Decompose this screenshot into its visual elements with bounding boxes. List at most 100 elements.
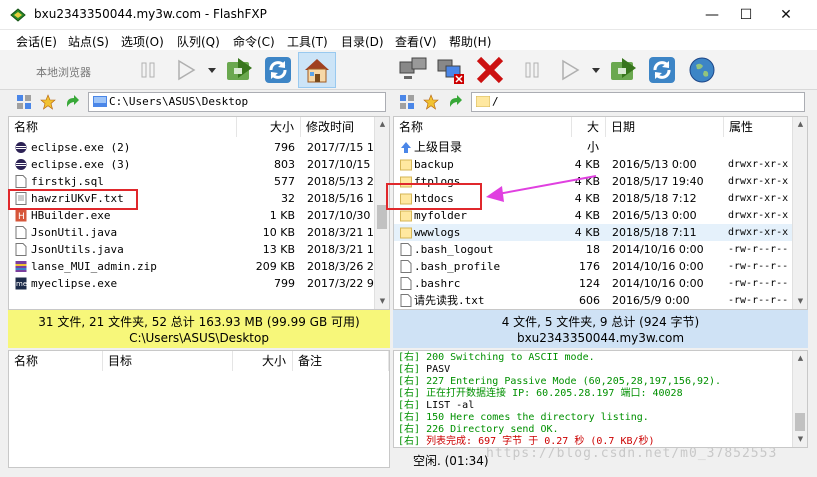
column-header-name[interactable]: 名称	[394, 117, 572, 137]
scroll-up-icon[interactable]: ▲	[793, 117, 807, 132]
file-name: firstkj.sql	[31, 175, 104, 188]
local-vertical-scrollbar[interactable]: ▲ ▼	[374, 117, 389, 309]
remote-file-row[interactable]: 请先读我.txt 606 2016/5/9 0:00 -rw-r--r--	[394, 292, 794, 309]
file-name: .bashrc	[414, 277, 461, 290]
log-line: [右] 226 Directory send OK.	[398, 424, 559, 436]
file-date: 2018/5/17 19:40	[612, 175, 704, 188]
column-header-name[interactable]: 名称	[9, 117, 237, 137]
local-file-row[interactable]: JsonUtils.java 13 KB 2018/3/21 1	[9, 241, 375, 258]
site-manager-icon[interactable]	[16, 94, 32, 110]
annotation-arrow	[486, 175, 597, 202]
remote-folder-row[interactable]: backup 4 KB 2016/5/13 0:00 drwxr-xr-x	[394, 156, 794, 173]
change-folder-icon[interactable]	[224, 54, 256, 86]
menu-tools[interactable]: 工具(T)	[287, 33, 328, 50]
file-size: 799	[274, 277, 295, 290]
file-date: 2014/10/16 0:00	[612, 277, 704, 290]
queue-column-target[interactable]: 目标	[103, 351, 233, 371]
local-file-row[interactable]: lanse_MUI_admin.zip 209 KB 2018/3/26 2	[9, 258, 375, 275]
file-icon	[400, 294, 412, 307]
log-line: [右] 200 Switching to ASCII mode.	[398, 352, 595, 364]
log-message: 150 Here comes the directory listing.	[426, 412, 649, 423]
menu-view[interactable]: 查看(V)	[395, 33, 437, 50]
column-header-size[interactable]: 大小	[237, 117, 301, 137]
up-directory-icon[interactable]	[64, 94, 80, 110]
remote-file-row[interactable]: .bashrc 124 2014/10/16 0:00 -rw-r--r--	[394, 275, 794, 292]
pause-icon[interactable]	[132, 54, 164, 86]
play-icon[interactable]	[554, 54, 586, 86]
local-path-bar: C:\Users\ASUS\Desktop	[0, 90, 390, 114]
file-attributes: -rw-r--r--	[728, 295, 789, 306]
remote-folder-row[interactable]: wwwlogs 4 KB 2018/5/18 7:11 drwxr-xr-x	[394, 224, 794, 241]
file-icon	[400, 277, 412, 290]
close-button[interactable]: ✕	[764, 0, 808, 30]
local-file-row[interactable]: firstkj.sql 577 2018/5/13 2	[9, 173, 375, 190]
column-header-date[interactable]: 日期	[606, 117, 724, 137]
file-size: 606	[579, 294, 600, 307]
local-file-row[interactable]: JsonUtil.java 10 KB 2018/3/21 1	[9, 224, 375, 241]
scroll-down-icon[interactable]: ▼	[375, 294, 389, 309]
menu-commands[interactable]: 命令(C)	[233, 33, 275, 50]
idle-status-text: 空闲. (01:34)	[413, 454, 489, 468]
pause-icon[interactable]	[516, 54, 548, 86]
scroll-up-icon[interactable]: ▲	[793, 351, 807, 366]
home-icon[interactable]	[301, 54, 333, 86]
remote-file-row[interactable]: .bash_logout 18 2014/10/16 0:00 -rw-r--r--	[394, 241, 794, 258]
log-vertical-scrollbar[interactable]: ▲ ▼	[792, 351, 807, 447]
session-log: [右] 200 Switching to ASCII mode. [右] PASV…	[393, 350, 808, 448]
remote-file-list: 名称 大小 日期 属性 上级目录 backup 4 KB 2016/5/13 0:0…	[393, 116, 808, 310]
abort-icon[interactable]	[474, 54, 506, 86]
chevron-down-icon[interactable]	[208, 66, 216, 74]
file-attributes: drwxr-xr-x	[728, 210, 789, 221]
scroll-down-icon[interactable]: ▼	[793, 294, 807, 309]
file-size: 209 KB	[255, 260, 295, 273]
file-icon	[15, 175, 27, 188]
local-file-row[interactable]: me myeclipse.exe 799 2017/3/22 9	[9, 275, 375, 292]
parent-directory-row[interactable]: 上级目录	[394, 139, 794, 156]
queue-column-note[interactable]: 备注	[293, 351, 389, 371]
menu-site[interactable]: 站点(S)	[68, 33, 109, 50]
queue-column-name[interactable]: 名称	[9, 351, 103, 371]
remote-vertical-scrollbar[interactable]: ▲ ▼	[792, 117, 807, 309]
local-file-row[interactable]: eclipse.exe (3) 803 2017/10/15	[9, 156, 375, 173]
log-message: 227 Entering Passive Mode (60,205,28,197…	[426, 376, 722, 387]
menu-queue[interactable]: 队列(Q)	[177, 33, 220, 50]
remote-file-row[interactable]: .bash_profile 176 2014/10/16 0:00 -rw-r--r-…	[394, 258, 794, 275]
column-header-size[interactable]: 大小	[572, 117, 606, 154]
up-directory-icon[interactable]	[447, 94, 463, 110]
disconnect-icon[interactable]	[436, 54, 468, 86]
scroll-thumb[interactable]	[795, 413, 805, 431]
refresh-icon[interactable]	[646, 54, 678, 86]
play-icon[interactable]	[170, 54, 202, 86]
favorite-star-icon[interactable]	[40, 94, 56, 110]
change-folder-icon[interactable]	[608, 54, 640, 86]
remote-path-input[interactable]: /	[471, 92, 805, 112]
file-name: wwwlogs	[414, 226, 461, 239]
log-message: 226 Directory send OK.	[426, 424, 559, 435]
scroll-up-icon[interactable]: ▲	[375, 117, 389, 132]
file-name: myeclipse.exe	[31, 277, 118, 290]
local-path-input[interactable]: C:\Users\ASUS\Desktop	[88, 92, 386, 112]
local-file-row[interactable]: eclipse.exe (2) 796 2017/7/15 1	[9, 139, 375, 156]
site-manager-icon[interactable]	[399, 94, 415, 110]
maximize-button[interactable]: ☐	[724, 0, 768, 30]
globe-icon[interactable]	[686, 54, 718, 86]
chevron-down-icon[interactable]	[592, 66, 600, 74]
menu-options[interactable]: 选项(O)	[121, 33, 164, 50]
scroll-down-icon[interactable]: ▼	[793, 432, 807, 447]
refresh-icon[interactable]	[262, 54, 294, 86]
log-line: [右] 正在打开数据连接 IP: 60.205.28.197 端口: 40028	[398, 388, 683, 400]
menu-session[interactable]: 会话(E)	[16, 33, 57, 50]
file-date: 2014/10/16 0:00	[612, 260, 704, 273]
file-modified: 2017/10/30	[307, 209, 371, 222]
queue-column-size[interactable]: 大小	[233, 351, 293, 371]
file-icon	[15, 243, 27, 256]
file-modified: 2018/3/21 1	[307, 226, 374, 239]
menu-help[interactable]: 帮助(H)	[449, 33, 491, 50]
column-header-attr[interactable]: 属性	[724, 117, 794, 137]
log-message: PASV	[426, 364, 451, 375]
menu-directory[interactable]: 目录(D)	[341, 33, 384, 50]
file-name: .bash_logout	[414, 243, 494, 256]
favorite-star-icon[interactable]	[423, 94, 439, 110]
column-header-modified[interactable]: 修改时间	[301, 117, 377, 137]
connect-icon[interactable]	[398, 54, 430, 86]
